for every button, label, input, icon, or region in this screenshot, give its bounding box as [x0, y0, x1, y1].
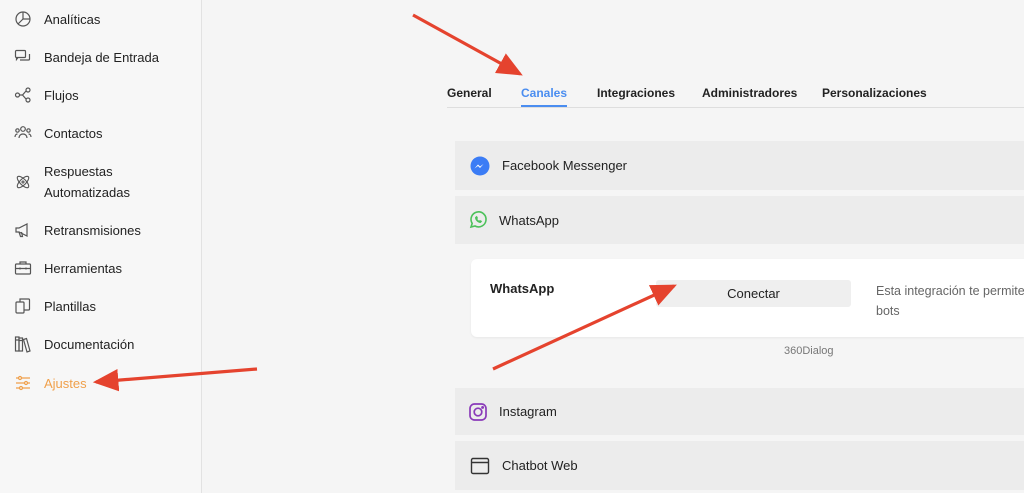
templates-icon: [13, 297, 33, 315]
channel-row-whatsapp[interactable]: WhatsApp: [455, 196, 1024, 244]
channel-name: Instagram: [499, 404, 557, 419]
sidebar-item-label: Flujos: [44, 87, 79, 103]
tab-canales[interactable]: Canales: [521, 86, 568, 107]
sidebar-item-bandeja[interactable]: Bandeja de Entrada: [13, 48, 159, 66]
sidebar-item-analiticas[interactable]: Analíticas: [13, 10, 100, 28]
sidebar-item-label: Analíticas: [44, 11, 101, 27]
settings-tabs: General Canales Integraciones Administra…: [447, 84, 1024, 108]
whatsapp-icon: [467, 209, 489, 231]
sidebar-item-herramientas[interactable]: Herramientas: [13, 259, 122, 277]
flow-nodes-icon: [13, 86, 33, 104]
channel-row-facebook-messenger[interactable]: Facebook Messenger: [455, 141, 1024, 190]
description-line: bots: [876, 304, 900, 318]
channel-name: Facebook Messenger: [502, 158, 628, 173]
channel-row-chatbot-web[interactable]: Chatbot Web: [455, 441, 1024, 490]
integration-description: Esta integración te permite bots: [876, 281, 1024, 321]
channel-row-instagram[interactable]: Instagram: [455, 388, 1024, 435]
tab-personalizaciones[interactable]: Personalizaciones: [822, 86, 927, 100]
toolbox-icon: [13, 259, 33, 277]
sidebar-item-label: Bandeja de Entrada: [44, 49, 159, 65]
browser-window-icon: [469, 455, 491, 477]
instagram-icon: [467, 401, 489, 423]
channel-name: Chatbot Web: [502, 458, 578, 473]
sidebar-item-flujos[interactable]: Flujos: [13, 86, 79, 104]
connect-button[interactable]: Conectar: [656, 280, 851, 307]
sliders-icon: [13, 374, 33, 392]
description-line: Esta integración te permite: [876, 284, 1024, 298]
sidebar-item-plantillas[interactable]: Plantillas: [13, 297, 96, 315]
integration-title: WhatsApp: [490, 281, 555, 296]
books-icon: [13, 335, 33, 353]
sidebar-item-label: Documentación: [44, 336, 135, 352]
sidebar-item-contactos[interactable]: Contactos: [13, 124, 103, 142]
sidebar-item-label: Retransmisiones: [44, 222, 141, 238]
messenger-icon: [469, 155, 491, 177]
sidebar-item-label: Automatizadas: [44, 185, 130, 200]
megaphone-icon: [13, 221, 33, 239]
provider-label: 360Dialog: [784, 345, 834, 357]
sidebar-item-label: Plantillas: [44, 298, 97, 314]
sidebar-item-documentacion[interactable]: Documentación: [13, 335, 134, 353]
sidebar-item-ajustes[interactable]: Ajustes: [13, 374, 87, 392]
atom-icon: [13, 173, 33, 191]
sidebar-item-label: Herramientas: [44, 260, 123, 276]
tab-administradores[interactable]: Administradores: [702, 86, 797, 100]
tab-general[interactable]: General: [447, 86, 492, 100]
people-icon: [13, 124, 33, 142]
tab-integraciones[interactable]: Integraciones: [597, 86, 675, 100]
sidebar: Analíticas Bandeja de Entrada Flujos Con…: [0, 0, 202, 493]
pie-chart-icon: [13, 10, 33, 28]
sidebar-item-label: Ajustes: [44, 375, 87, 391]
sidebar-item-respuestas[interactable]: Respuestas Automatizadas: [13, 161, 130, 203]
channel-name: WhatsApp: [499, 212, 559, 228]
sidebar-item-label: Respuestas: [44, 164, 113, 179]
chat-bubbles-icon: [13, 48, 33, 66]
sidebar-item-label: Contactos: [44, 125, 103, 141]
sidebar-item-retransmisiones[interactable]: Retransmisiones: [13, 221, 141, 239]
whatsapp-integration-card: WhatsApp Conectar Esta integración te pe…: [471, 259, 1024, 337]
